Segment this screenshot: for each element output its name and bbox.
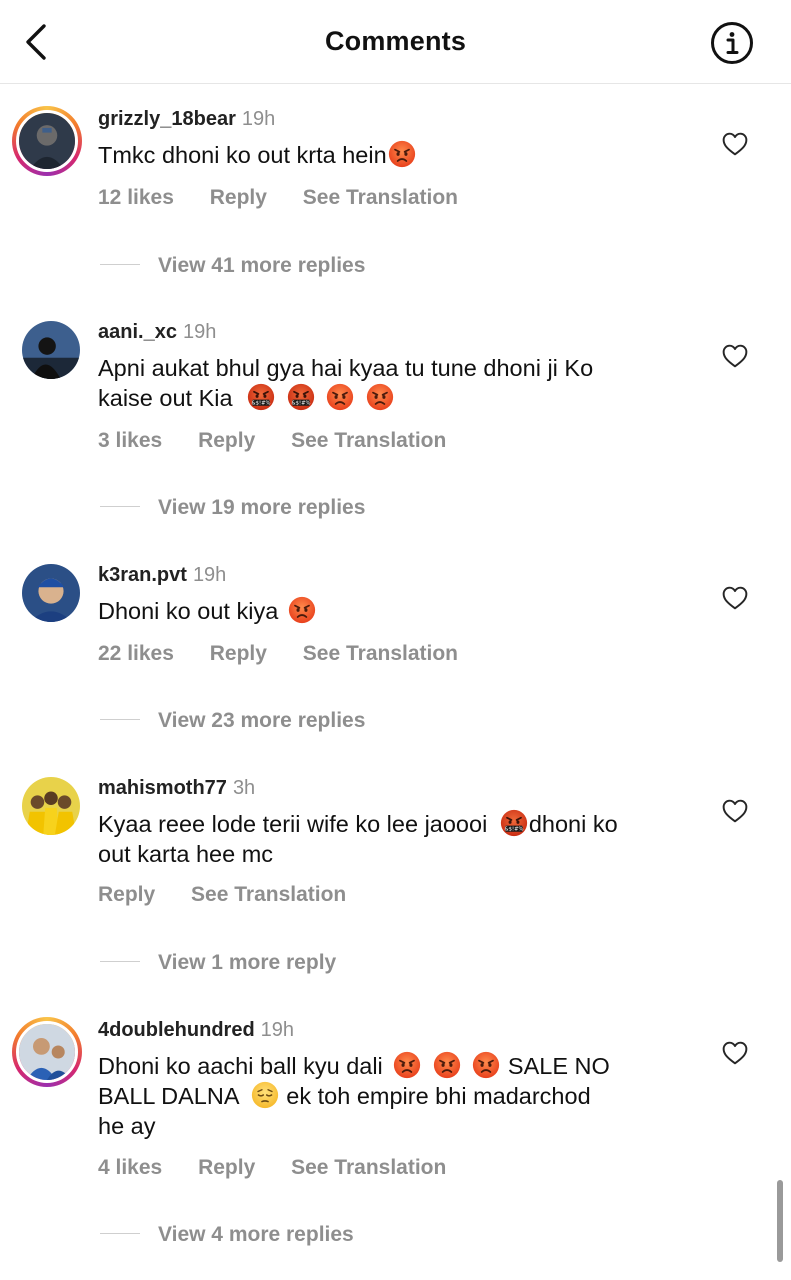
likes-count[interactable]: 4 likes: [98, 1156, 162, 1179]
heart-outline-icon[interactable]: [722, 1041, 748, 1065]
view-replies-label: View 19 more replies: [158, 496, 366, 519]
likes-count[interactable]: 3 likes: [98, 429, 162, 452]
username[interactable]: aani._xc: [98, 321, 177, 343]
view-replies-label: View 4 more replies: [158, 1223, 354, 1246]
angry-face-emoji: [393, 1051, 421, 1079]
comment-text: Tmkc dhoni ko out krta hein: [98, 140, 698, 170]
pensive-face-emoji: [251, 1081, 279, 1109]
likes-count[interactable]: 22 likes: [98, 642, 174, 665]
view-replies-label: View 23 more replies: [158, 709, 366, 732]
cursing-face-emoji: [500, 809, 528, 837]
avatar[interactable]: [12, 1017, 82, 1087]
view-replies-label: View 1 more reply: [158, 951, 337, 974]
heart-outline-icon[interactable]: [722, 132, 748, 156]
cursing-face-emoji: [287, 383, 315, 411]
page-title: Comments: [324, 26, 467, 56]
divider-line: [100, 719, 140, 720]
view-replies-button[interactable]: View 19 more replies: [100, 496, 365, 520]
header-bar: Comments: [0, 0, 791, 84]
heart-outline-icon[interactable]: [722, 586, 748, 610]
reply-button[interactable]: Reply: [198, 1156, 255, 1179]
angry-face-emoji: [326, 383, 354, 411]
comment-text: Dhoni ko aachi ball kyu dali SALE NO BAL…: [98, 1051, 610, 1139]
angry-face-emoji: [472, 1051, 500, 1079]
divider-line: [100, 506, 140, 507]
reply-button[interactable]: Reply: [198, 429, 255, 452]
heart-outline-icon[interactable]: [722, 799, 748, 823]
avatar[interactable]: [12, 106, 82, 176]
comment-text: Dhoni ko out kiya: [98, 596, 698, 626]
comment-text: Apni aukat bhul gya hai kyaa tu tune dho…: [98, 355, 594, 411]
reply-button[interactable]: Reply: [210, 186, 267, 209]
info-icon: [711, 22, 753, 64]
view-replies-label: View 41 more replies: [158, 254, 366, 277]
info-button[interactable]: [710, 21, 754, 65]
avatar[interactable]: [22, 777, 80, 835]
reply-button[interactable]: Reply: [210, 642, 267, 665]
heart-outline-icon[interactable]: [722, 344, 748, 368]
username[interactable]: 4doublehundred: [98, 1019, 255, 1041]
timestamp: 19h: [192, 564, 227, 586]
avatar[interactable]: [22, 564, 80, 622]
scrollbar[interactable]: [777, 1180, 783, 1262]
username[interactable]: mahismoth77: [98, 777, 227, 799]
view-replies-button[interactable]: View 1 more reply: [100, 951, 336, 975]
view-replies-button[interactable]: View 23 more replies: [100, 709, 365, 733]
avatar[interactable]: [22, 321, 80, 379]
likes-count[interactable]: 12 likes: [98, 186, 174, 209]
timestamp: 3h: [232, 777, 256, 799]
see-translation-button[interactable]: See Translation: [291, 1156, 446, 1179]
angry-face-emoji: [388, 140, 416, 168]
see-translation-button[interactable]: See Translation: [303, 642, 458, 665]
reply-button[interactable]: Reply: [98, 883, 155, 906]
view-replies-button[interactable]: View 4 more replies: [100, 1223, 354, 1247]
angry-face-emoji: [288, 596, 316, 624]
username[interactable]: k3ran.pvt: [98, 564, 187, 586]
cursing-face-emoji: [247, 383, 275, 411]
view-replies-button[interactable]: View 41 more replies: [100, 254, 365, 278]
divider-line: [100, 264, 140, 265]
timestamp: 19h: [182, 321, 217, 343]
angry-face-emoji: [366, 383, 394, 411]
username[interactable]: grizzly_18bear: [98, 108, 236, 130]
divider-line: [100, 1233, 140, 1234]
divider-line: [100, 961, 140, 962]
see-translation-button[interactable]: See Translation: [291, 429, 446, 452]
comment-text: Kyaa reee lode terii wife ko lee jaoooi …: [98, 809, 618, 867]
angry-face-emoji: [433, 1051, 461, 1079]
see-translation-button[interactable]: See Translation: [191, 883, 346, 906]
timestamp: 19h: [241, 108, 276, 130]
see-translation-button[interactable]: See Translation: [303, 186, 458, 209]
timestamp: 19h: [260, 1019, 295, 1041]
